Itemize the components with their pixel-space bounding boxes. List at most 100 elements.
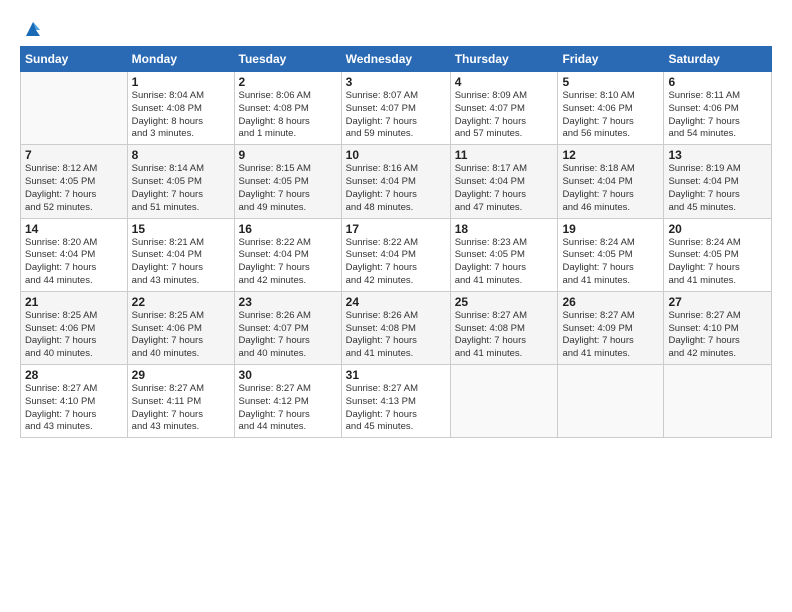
calendar-day-cell: 4Sunrise: 8:09 AM Sunset: 4:07 PM Daylig… (450, 72, 558, 145)
calendar-day-cell: 25Sunrise: 8:27 AM Sunset: 4:08 PM Dayli… (450, 291, 558, 364)
calendar-day-cell: 27Sunrise: 8:27 AM Sunset: 4:10 PM Dayli… (664, 291, 772, 364)
calendar-day-cell: 24Sunrise: 8:26 AM Sunset: 4:08 PM Dayli… (341, 291, 450, 364)
day-of-week-header: Friday (558, 47, 664, 72)
calendar-day-cell: 31Sunrise: 8:27 AM Sunset: 4:13 PM Dayli… (341, 365, 450, 438)
calendar-empty-cell (21, 72, 128, 145)
calendar-day-cell: 23Sunrise: 8:26 AM Sunset: 4:07 PM Dayli… (234, 291, 341, 364)
day-detail: Sunrise: 8:04 AM Sunset: 4:08 PM Dayligh… (132, 90, 230, 141)
day-detail: Sunrise: 8:27 AM Sunset: 4:13 PM Dayligh… (346, 383, 446, 434)
day-number: 30 (239, 368, 337, 382)
day-number: 24 (346, 295, 446, 309)
calendar-week-row: 7Sunrise: 8:12 AM Sunset: 4:05 PM Daylig… (21, 145, 772, 218)
day-number: 10 (346, 148, 446, 162)
day-detail: Sunrise: 8:27 AM Sunset: 4:08 PM Dayligh… (455, 310, 554, 361)
day-detail: Sunrise: 8:25 AM Sunset: 4:06 PM Dayligh… (25, 310, 123, 361)
day-number: 3 (346, 75, 446, 89)
day-number: 23 (239, 295, 337, 309)
calendar-day-cell: 14Sunrise: 8:20 AM Sunset: 4:04 PM Dayli… (21, 218, 128, 291)
calendar: SundayMondayTuesdayWednesdayThursdayFrid… (20, 46, 772, 438)
calendar-day-cell: 10Sunrise: 8:16 AM Sunset: 4:04 PM Dayli… (341, 145, 450, 218)
calendar-week-row: 14Sunrise: 8:20 AM Sunset: 4:04 PM Dayli… (21, 218, 772, 291)
calendar-day-cell: 21Sunrise: 8:25 AM Sunset: 4:06 PM Dayli… (21, 291, 128, 364)
day-detail: Sunrise: 8:26 AM Sunset: 4:08 PM Dayligh… (346, 310, 446, 361)
calendar-day-cell: 7Sunrise: 8:12 AM Sunset: 4:05 PM Daylig… (21, 145, 128, 218)
day-number: 22 (132, 295, 230, 309)
calendar-day-cell: 13Sunrise: 8:19 AM Sunset: 4:04 PM Dayli… (664, 145, 772, 218)
calendar-day-cell: 9Sunrise: 8:15 AM Sunset: 4:05 PM Daylig… (234, 145, 341, 218)
day-number: 17 (346, 222, 446, 236)
day-detail: Sunrise: 8:27 AM Sunset: 4:12 PM Dayligh… (239, 383, 337, 434)
calendar-day-cell: 8Sunrise: 8:14 AM Sunset: 4:05 PM Daylig… (127, 145, 234, 218)
day-detail: Sunrise: 8:22 AM Sunset: 4:04 PM Dayligh… (239, 237, 337, 288)
day-of-week-header: Sunday (21, 47, 128, 72)
calendar-header-row: SundayMondayTuesdayWednesdayThursdayFrid… (21, 47, 772, 72)
day-detail: Sunrise: 8:21 AM Sunset: 4:04 PM Dayligh… (132, 237, 230, 288)
day-of-week-header: Thursday (450, 47, 558, 72)
day-detail: Sunrise: 8:14 AM Sunset: 4:05 PM Dayligh… (132, 163, 230, 214)
day-number: 29 (132, 368, 230, 382)
day-detail: Sunrise: 8:07 AM Sunset: 4:07 PM Dayligh… (346, 90, 446, 141)
calendar-day-cell: 22Sunrise: 8:25 AM Sunset: 4:06 PM Dayli… (127, 291, 234, 364)
day-number: 1 (132, 75, 230, 89)
page: SundayMondayTuesdayWednesdayThursdayFrid… (0, 0, 792, 612)
day-number: 26 (562, 295, 659, 309)
day-number: 8 (132, 148, 230, 162)
day-detail: Sunrise: 8:27 AM Sunset: 4:10 PM Dayligh… (25, 383, 123, 434)
day-detail: Sunrise: 8:19 AM Sunset: 4:04 PM Dayligh… (668, 163, 767, 214)
calendar-day-cell: 3Sunrise: 8:07 AM Sunset: 4:07 PM Daylig… (341, 72, 450, 145)
day-number: 14 (25, 222, 123, 236)
day-number: 16 (239, 222, 337, 236)
day-number: 31 (346, 368, 446, 382)
calendar-day-cell: 17Sunrise: 8:22 AM Sunset: 4:04 PM Dayli… (341, 218, 450, 291)
day-number: 15 (132, 222, 230, 236)
day-number: 7 (25, 148, 123, 162)
calendar-day-cell: 20Sunrise: 8:24 AM Sunset: 4:05 PM Dayli… (664, 218, 772, 291)
header (20, 18, 772, 36)
day-detail: Sunrise: 8:17 AM Sunset: 4:04 PM Dayligh… (455, 163, 554, 214)
calendar-empty-cell (558, 365, 664, 438)
day-number: 25 (455, 295, 554, 309)
day-of-week-header: Tuesday (234, 47, 341, 72)
calendar-week-row: 1Sunrise: 8:04 AM Sunset: 4:08 PM Daylig… (21, 72, 772, 145)
day-detail: Sunrise: 8:24 AM Sunset: 4:05 PM Dayligh… (562, 237, 659, 288)
day-detail: Sunrise: 8:18 AM Sunset: 4:04 PM Dayligh… (562, 163, 659, 214)
day-number: 5 (562, 75, 659, 89)
day-number: 4 (455, 75, 554, 89)
day-number: 21 (25, 295, 123, 309)
day-of-week-header: Wednesday (341, 47, 450, 72)
day-number: 12 (562, 148, 659, 162)
day-number: 20 (668, 222, 767, 236)
calendar-day-cell: 30Sunrise: 8:27 AM Sunset: 4:12 PM Dayli… (234, 365, 341, 438)
calendar-day-cell: 12Sunrise: 8:18 AM Sunset: 4:04 PM Dayli… (558, 145, 664, 218)
calendar-week-row: 28Sunrise: 8:27 AM Sunset: 4:10 PM Dayli… (21, 365, 772, 438)
calendar-week-row: 21Sunrise: 8:25 AM Sunset: 4:06 PM Dayli… (21, 291, 772, 364)
calendar-day-cell: 6Sunrise: 8:11 AM Sunset: 4:06 PM Daylig… (664, 72, 772, 145)
day-detail: Sunrise: 8:20 AM Sunset: 4:04 PM Dayligh… (25, 237, 123, 288)
day-detail: Sunrise: 8:12 AM Sunset: 4:05 PM Dayligh… (25, 163, 123, 214)
day-detail: Sunrise: 8:24 AM Sunset: 4:05 PM Dayligh… (668, 237, 767, 288)
day-number: 9 (239, 148, 337, 162)
calendar-day-cell: 1Sunrise: 8:04 AM Sunset: 4:08 PM Daylig… (127, 72, 234, 145)
calendar-day-cell: 11Sunrise: 8:17 AM Sunset: 4:04 PM Dayli… (450, 145, 558, 218)
calendar-day-cell: 28Sunrise: 8:27 AM Sunset: 4:10 PM Dayli… (21, 365, 128, 438)
day-detail: Sunrise: 8:16 AM Sunset: 4:04 PM Dayligh… (346, 163, 446, 214)
day-number: 2 (239, 75, 337, 89)
day-detail: Sunrise: 8:27 AM Sunset: 4:11 PM Dayligh… (132, 383, 230, 434)
day-detail: Sunrise: 8:23 AM Sunset: 4:05 PM Dayligh… (455, 237, 554, 288)
calendar-day-cell: 5Sunrise: 8:10 AM Sunset: 4:06 PM Daylig… (558, 72, 664, 145)
day-detail: Sunrise: 8:27 AM Sunset: 4:10 PM Dayligh… (668, 310, 767, 361)
day-number: 11 (455, 148, 554, 162)
day-of-week-header: Monday (127, 47, 234, 72)
logo (20, 18, 44, 36)
calendar-day-cell: 18Sunrise: 8:23 AM Sunset: 4:05 PM Dayli… (450, 218, 558, 291)
calendar-empty-cell (664, 365, 772, 438)
day-detail: Sunrise: 8:15 AM Sunset: 4:05 PM Dayligh… (239, 163, 337, 214)
day-number: 18 (455, 222, 554, 236)
day-number: 28 (25, 368, 123, 382)
calendar-day-cell: 15Sunrise: 8:21 AM Sunset: 4:04 PM Dayli… (127, 218, 234, 291)
day-number: 27 (668, 295, 767, 309)
day-number: 6 (668, 75, 767, 89)
day-detail: Sunrise: 8:09 AM Sunset: 4:07 PM Dayligh… (455, 90, 554, 141)
calendar-empty-cell (450, 365, 558, 438)
logo-icon (22, 18, 44, 40)
